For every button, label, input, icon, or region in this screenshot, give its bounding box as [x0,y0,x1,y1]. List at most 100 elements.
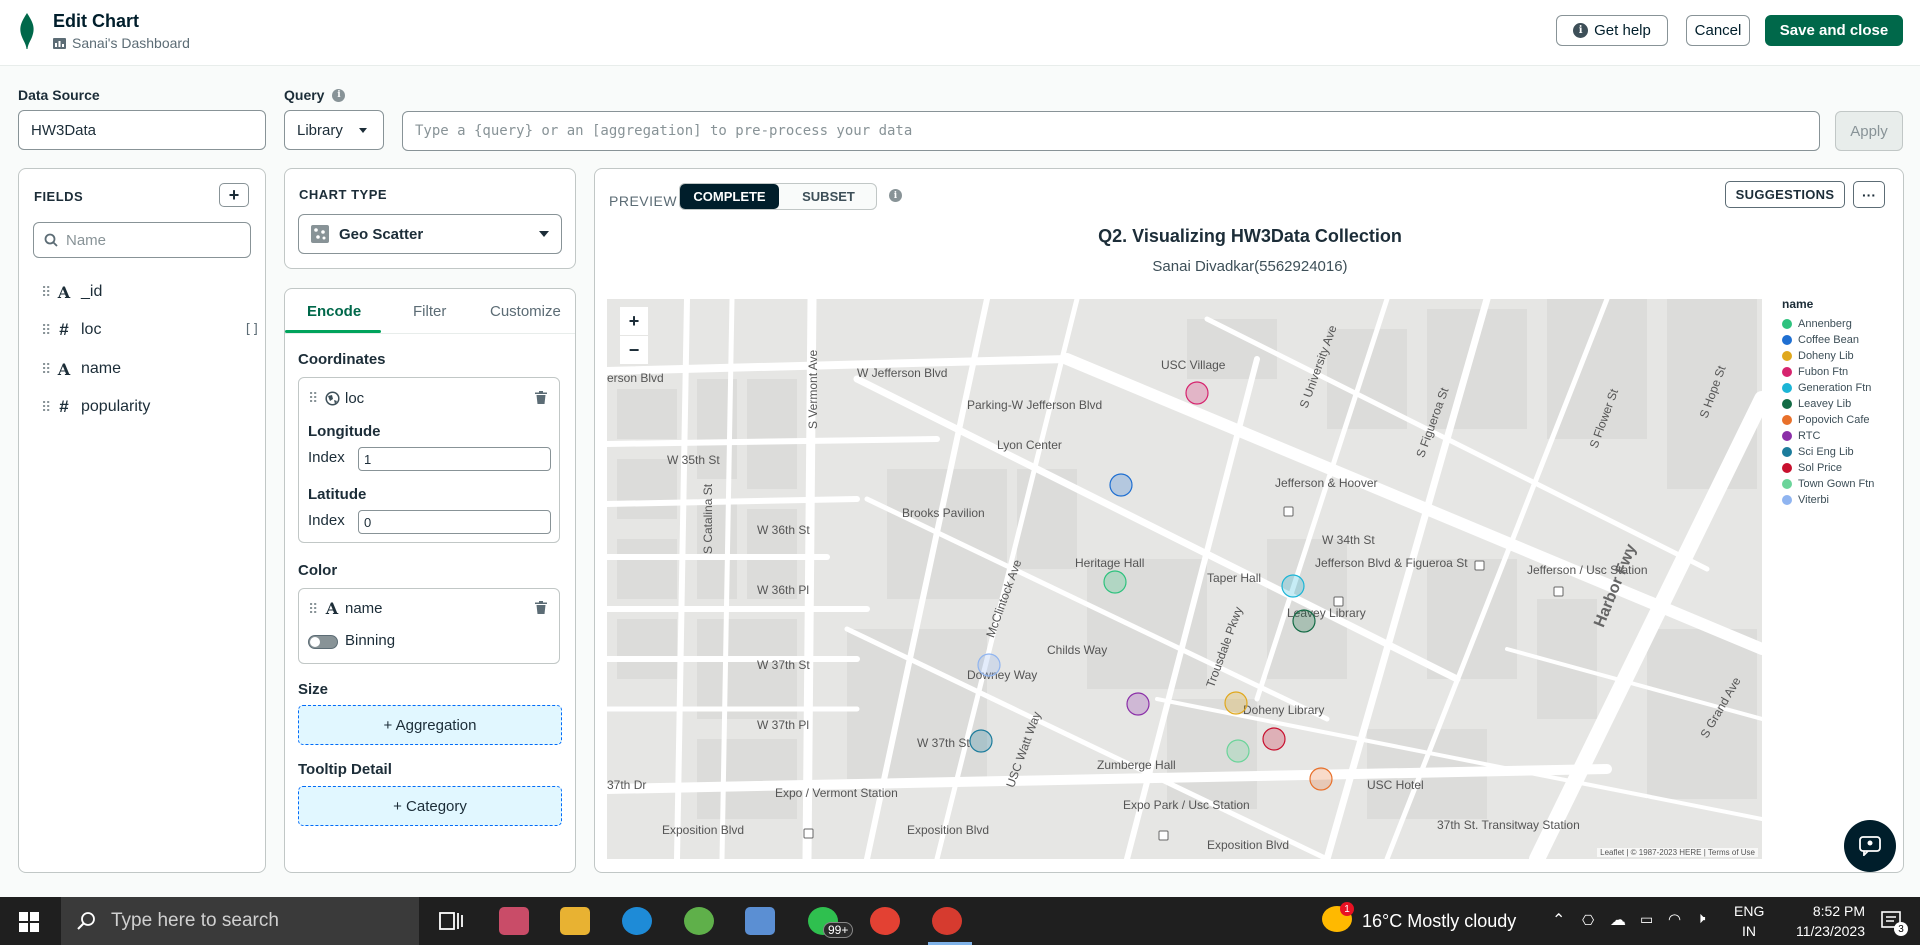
subset-option[interactable]: SUBSET [779,184,878,209]
map-label: Downey Way [967,668,1037,682]
cancel-button[interactable]: Cancel [1686,15,1750,46]
task-view-icon[interactable] [436,907,466,935]
snipping-tool-icon[interactable] [499,907,529,935]
number-type-icon: # [59,320,69,339]
legend-item[interactable]: Generation Ftn [1782,380,1892,396]
dashboard-link[interactable]: Sanai's Dashboard [53,35,190,51]
suggestions-button[interactable]: SUGGESTIONS [1725,181,1845,208]
legend-item[interactable]: Annenberg [1782,316,1892,332]
map-point[interactable] [1224,691,1248,715]
longitude-index-input[interactable]: 1 [358,447,551,471]
tab-customize[interactable]: Customize [490,303,561,320]
map-point[interactable] [1185,381,1209,405]
zoom-in-button[interactable]: + [620,307,648,335]
field-item-name[interactable]: ⠿ A name [41,358,121,380]
chrome-profile-icon[interactable] [932,907,962,935]
add-category-button[interactable]: + Category [298,786,562,826]
legend-item[interactable]: Fubon Ftn [1782,364,1892,380]
map-point[interactable] [1103,570,1127,594]
map-point[interactable] [969,729,993,753]
chart-type-select[interactable]: Geo Scatter [298,214,562,254]
legend-item[interactable]: Sol Price [1782,460,1892,476]
query-mode-select[interactable]: Library [284,110,384,150]
map-point[interactable] [1292,609,1316,633]
more-options-button[interactable]: ··· [1853,181,1885,208]
spring-tool-icon[interactable] [684,907,714,935]
map-attribution[interactable]: Leaflet | © 1987-2023 HERE | Terms of Us… [1597,848,1758,857]
trash-icon[interactable] [535,601,547,614]
wifi-icon[interactable]: ◠ [1668,910,1681,928]
drag-handle-icon[interactable]: ⠿ [41,361,53,378]
map-point[interactable] [1126,692,1150,716]
binning-toggle[interactable] [308,635,338,649]
chart-subtitle: Sanai Divadkar(5562924016) [1152,258,1348,275]
windows-start-icon[interactable] [19,912,39,932]
legend-item[interactable]: Coffee Bean [1782,332,1892,348]
tab-encode[interactable]: Encode [307,303,361,320]
drag-handle-icon[interactable]: ⠿ [41,399,53,416]
chat-button[interactable] [1844,820,1896,872]
legend-item[interactable]: Leavey Lib [1782,396,1892,412]
latitude-index-input[interactable]: 0 [358,510,551,534]
battery-icon[interactable]: ▭ [1640,911,1653,928]
map-label: Childs Way [1047,643,1107,657]
legend-item[interactable]: Viterbi [1782,492,1892,508]
zoom-out-button[interactable]: − [620,336,648,364]
sample-mode-toggle: COMPLETE SUBSET [679,183,877,210]
array-icon[interactable]: [] [244,322,260,337]
map-point[interactable] [1226,739,1250,763]
map-point[interactable] [1262,727,1286,751]
edge-icon[interactable] [622,907,652,935]
field-item-popularity[interactable]: ⠿ # popularity [41,396,150,418]
map-point[interactable] [1309,767,1333,791]
field-name: popularity [81,398,151,415]
map-point[interactable] [1281,574,1305,598]
taskbar-search[interactable]: Type here to search [61,897,419,945]
legend-item[interactable]: Sci Eng Lib [1782,444,1892,460]
onedrive-icon[interactable]: ☁ [1610,910,1626,930]
drag-handle-icon[interactable]: ⠿ [308,601,320,618]
legend-item[interactable]: Popovich Cafe [1782,412,1892,428]
notification-count: 3 [1894,922,1908,936]
query-input[interactable]: Type a {query} or an [aggregation] to pr… [402,111,1820,151]
add-aggregation-button[interactable]: + Aggregation [298,705,562,745]
map-point[interactable] [977,653,1001,677]
chart-type-panel: CHART TYPE Geo Scatter [284,168,576,269]
legend-label: Town Gown Ftn [1798,478,1875,490]
drag-handle-icon[interactable]: ⠿ [41,322,53,339]
legend-item[interactable]: Town Gown Ftn [1782,476,1892,492]
get-help-button[interactable]: i Get help [1556,15,1668,46]
legend-item[interactable]: RTC [1782,428,1892,444]
language-eng[interactable]: ENG [1734,903,1764,919]
field-name: loc [81,321,102,338]
chrome-icon[interactable] [870,907,900,935]
drag-handle-icon[interactable]: ⠿ [308,390,320,407]
sample-info-icon[interactable]: i [889,189,902,202]
save-close-button[interactable]: Save and close [1765,15,1903,46]
geo-map[interactable]: erson Blvd W Jefferson Blvd W 35th St W … [607,299,1762,859]
tray-chevron-icon[interactable]: ⌃ [1552,910,1565,930]
tab-filter[interactable]: Filter [413,303,446,320]
trash-icon[interactable] [535,391,547,404]
language-in[interactable]: IN [1742,923,1756,939]
weather-text[interactable]: 16°C Mostly cloudy [1362,911,1516,932]
chevron-down-icon [539,231,549,237]
drag-handle-icon[interactable]: ⠿ [41,284,53,301]
data-source-field[interactable]: HW3Data [18,110,266,150]
map-point[interactable] [1109,473,1133,497]
field-search-input[interactable]: Name [33,222,251,258]
field-item-loc[interactable]: ⠿ # loc [41,319,101,341]
clock-time[interactable]: 8:52 PM [1795,903,1865,919]
remote-desktop-icon[interactable] [745,907,775,935]
apply-button[interactable]: Apply [1835,111,1903,151]
complete-option[interactable]: COMPLETE [680,184,779,209]
volume-muted-icon[interactable]: 🕨 [1696,910,1705,927]
clock-date[interactable]: 11/23/2023 [1778,923,1865,939]
add-field-button[interactable]: + [219,183,249,207]
tray-device-icon[interactable]: ⎔ [1582,912,1594,929]
file-explorer-icon[interactable] [560,907,590,935]
legend-swatch [1782,399,1792,409]
query-info-icon[interactable]: i [332,88,346,102]
legend-item[interactable]: Doheny Lib [1782,348,1892,364]
field-item-id[interactable]: ⠿ A _id [41,281,102,303]
